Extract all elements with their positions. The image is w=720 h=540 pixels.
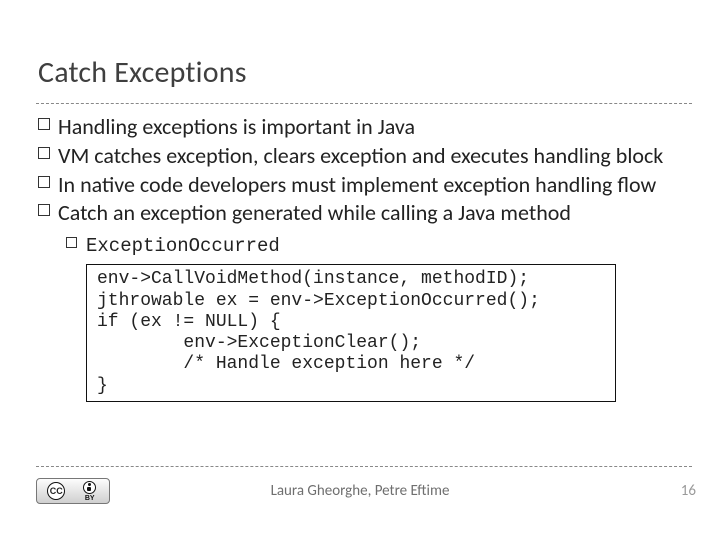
bullet-text: Handling exceptions is important in Java [58,113,415,140]
slide-title: Catch Exceptions [38,54,247,91]
slide-body: Handling exceptions is important in Java… [38,114,684,402]
code-block: env->CallVoidMethod(instance, methodID);… [86,264,616,401]
bullet-item: In native code developers must implement… [38,172,684,199]
page-number: 16 [681,482,696,500]
bullet-item: Catch an exception generated while calli… [38,200,684,227]
slide: Catch Exceptions Handling exceptions is … [0,0,720,540]
divider-top [36,103,692,104]
divider-bottom [36,466,692,467]
bullet-square-icon [38,204,50,216]
bullet-text: Catch an exception generated while calli… [58,199,571,226]
bullet-square-icon [66,237,77,248]
bullet-item: VM catches exception, clears exception a… [38,143,684,170]
bullet-square-icon [38,147,50,159]
bullet-text: VM catches exception, clears exception a… [58,142,663,169]
bullet-square-icon [38,176,50,188]
sub-bullet-item: ExceptionOccurred [66,233,684,258]
bullet-text: In native code developers must implement… [58,171,656,198]
footer-authors: Laura Gheorghe, Petre Eftime [0,482,720,500]
sub-bullet-text: ExceptionOccurred [86,235,280,257]
bullet-square-icon [38,118,50,130]
bullet-item: Handling exceptions is important in Java [38,114,684,141]
